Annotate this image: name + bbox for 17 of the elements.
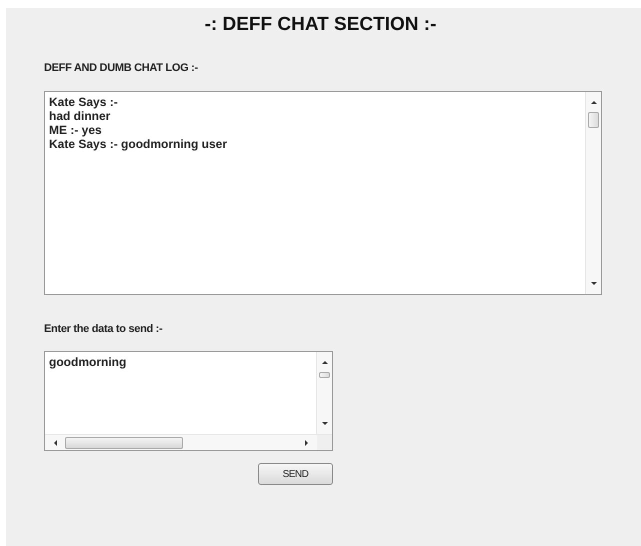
chat-log-label: DEFF AND DUMB CHAT LOG :- (44, 62, 199, 74)
section-title: -: DEFF CHAT SECTION :- (204, 14, 438, 36)
horizontal-scrollbar[interactable] (45, 434, 332, 450)
vertical-scrollbar[interactable] (585, 92, 601, 294)
message-label: Enter the data to send :- (44, 323, 164, 335)
vertical-scrollbar[interactable] (316, 352, 332, 434)
message-field[interactable]: goodmorning (44, 351, 333, 451)
send-button[interactable]: SEND (258, 463, 333, 485)
scrollbar-corner (317, 435, 332, 450)
chat-log-area[interactable]: Kate Says :- had dinner ME :- yes Kate Says :- goodmorning user (44, 91, 602, 295)
scroll-thumb[interactable] (65, 436, 183, 448)
chat-line: had dinner (49, 109, 112, 123)
scroll-thumb[interactable] (588, 112, 599, 128)
chat-line: Kate Says :- (49, 95, 119, 109)
scroll-thumb[interactable] (319, 372, 330, 378)
chat-line: ME :- yes (49, 123, 103, 137)
chat-line: Kate Says :- goodmorning user (49, 137, 228, 151)
